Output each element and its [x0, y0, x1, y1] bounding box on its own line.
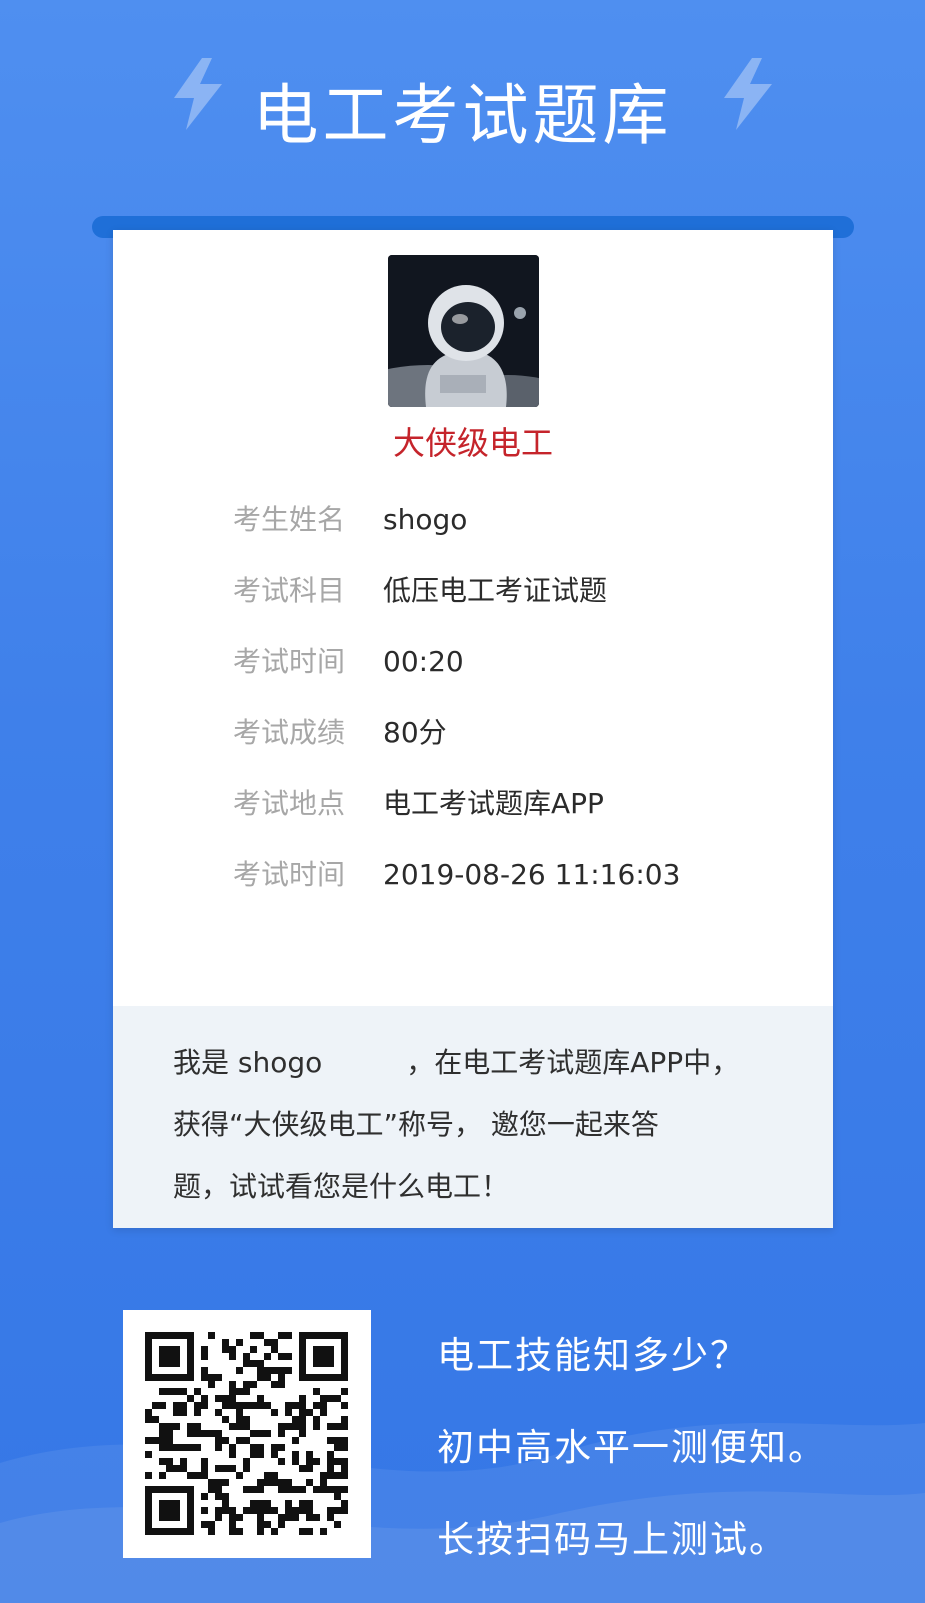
- result-card: 大侠级电工 考生姓名 shogo 考试科目 低压电工考证试题 考试时间 00:20 考…: [113, 230, 833, 1228]
- share-line: 我是 shogo ，在电工考试题库APP中，: [173, 1046, 740, 1079]
- astronaut-avatar: [388, 255, 539, 407]
- info-row-duration: 考试时间 00:20: [233, 642, 680, 713]
- avatar: [388, 255, 539, 407]
- share-line: 获得“大侠级电工”称号， 邀您一起来答: [173, 1108, 659, 1141]
- info-value: 80分: [383, 716, 447, 749]
- exam-info-list: 考生姓名 shogo 考试科目 低压电工考证试题 考试时间 00:20 考试成绩 80分…: [233, 500, 680, 926]
- lightning-bolt-icon: [724, 58, 772, 130]
- qr-code-image: [145, 1332, 348, 1535]
- info-row-datetime: 考试时间 2019-08-26 11:16:03: [233, 855, 680, 926]
- slogan-block: 电工技能知多少？ 初中高水平一测便知。 长按扫码马上测试。: [437, 1310, 827, 1586]
- info-value: 电工考试题库APP: [383, 787, 604, 820]
- qr-code[interactable]: [123, 1310, 371, 1558]
- rank-badge: 大侠级电工: [392, 424, 553, 462]
- info-row-location: 考试地点 电工考试题库APP: [233, 784, 680, 855]
- info-value: 00:20: [383, 645, 464, 678]
- slogan-line: 初中高水平一测便知。: [437, 1426, 827, 1469]
- info-row-score: 考试成绩 80分: [233, 713, 680, 784]
- info-value: shogo: [383, 503, 468, 536]
- slogan-line: 长按扫码马上测试。: [437, 1518, 788, 1561]
- page-title: 电工考试题库: [252, 77, 673, 154]
- info-label: 考试成绩: [233, 716, 346, 749]
- info-value: 低压电工考证试题: [383, 574, 608, 607]
- share-message: 我是 shogo ，在电工考试题库APP中， 获得“大侠级电工”称号， 邀您一起…: [113, 1006, 833, 1228]
- info-label: 考试时间: [233, 858, 346, 891]
- info-label: 考试时间: [233, 645, 346, 678]
- info-value: 2019-08-26 11:16:03: [383, 858, 681, 891]
- share-line: 题，试试看您是什么电工！: [173, 1170, 510, 1203]
- info-row-name: 考生姓名 shogo: [233, 500, 680, 571]
- info-label: 考生姓名: [233, 503, 346, 536]
- slogan-line: 电工技能知多少？: [437, 1334, 749, 1377]
- info-label: 考试地点: [233, 787, 346, 820]
- lightning-bolt-icon: [174, 58, 222, 130]
- info-row-subject: 考试科目 低压电工考证试题: [233, 571, 680, 642]
- info-label: 考试科目: [233, 574, 346, 607]
